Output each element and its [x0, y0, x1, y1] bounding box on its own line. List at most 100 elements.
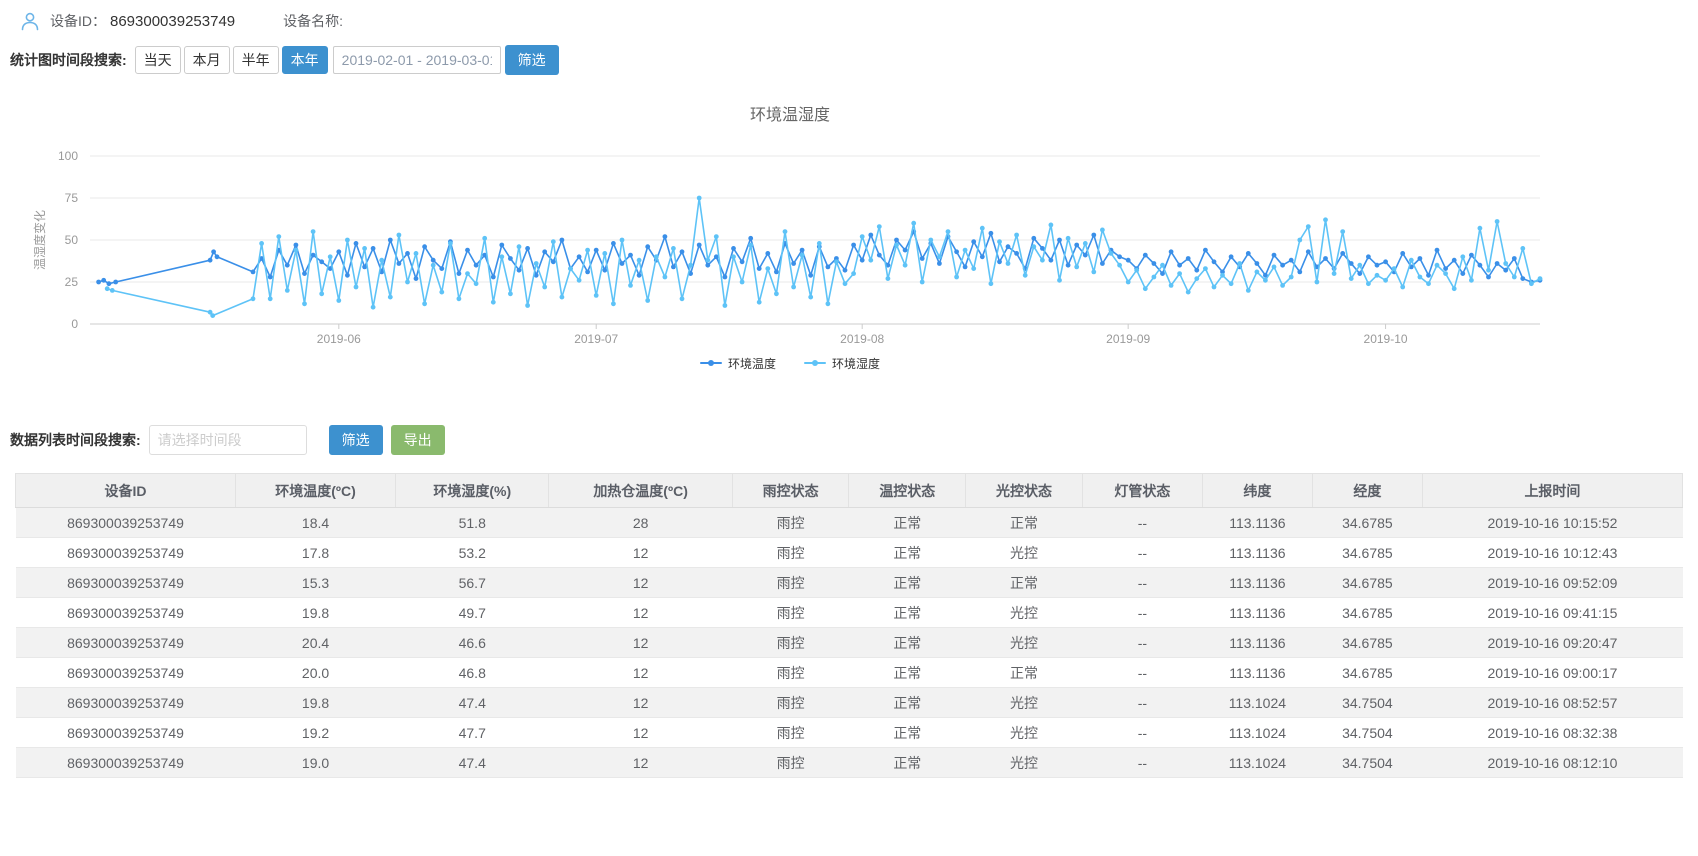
data-point	[783, 229, 788, 234]
data-point	[714, 234, 719, 239]
list-date-range-input[interactable]	[149, 425, 307, 455]
data-point	[1126, 280, 1131, 285]
data-point	[508, 291, 513, 296]
data-point	[1246, 251, 1251, 256]
data-point	[1074, 243, 1079, 248]
data-point	[1297, 238, 1302, 243]
data-point	[971, 239, 976, 244]
table-cell: 雨控	[732, 688, 849, 718]
user-icon	[20, 11, 40, 31]
data-point	[800, 248, 805, 253]
legend-item-1[interactable]: 环境湿度	[804, 355, 880, 372]
table-cell: 12	[549, 658, 732, 688]
data-point	[989, 231, 994, 236]
data-point	[1315, 280, 1320, 285]
quick-range-button-2[interactable]: 半年	[233, 46, 279, 74]
table-cell: 光控	[966, 688, 1083, 718]
data-point	[1229, 281, 1234, 286]
data-point	[1486, 275, 1491, 280]
data-point	[336, 298, 341, 303]
table-cell: 34.6785	[1312, 628, 1422, 658]
quick-range-button-1[interactable]: 本月	[184, 46, 230, 74]
data-point	[1074, 265, 1079, 270]
table-cell: 雨控	[732, 718, 849, 748]
data-point	[1117, 254, 1122, 259]
export-button[interactable]: 导出	[391, 425, 445, 455]
data-point	[1083, 253, 1088, 258]
chart-filter-button[interactable]: 筛选	[505, 45, 559, 75]
data-point	[937, 261, 942, 266]
chart-container: 环境温湿度 0255075100温湿度变化2019-062019-072019-…	[10, 101, 1570, 373]
data-point	[594, 248, 599, 253]
data-point	[1495, 219, 1500, 224]
data-point	[757, 300, 762, 305]
data-point	[491, 275, 496, 280]
data-point	[1332, 271, 1337, 276]
data-point	[371, 305, 376, 310]
table-cell: 正常	[849, 568, 966, 598]
data-point	[1006, 261, 1011, 266]
data-point	[525, 303, 530, 308]
data-point	[740, 280, 745, 285]
x-tick-label: 2019-10	[1364, 332, 1408, 343]
data-point	[903, 248, 908, 253]
data-point	[585, 248, 590, 253]
data-point	[1460, 254, 1465, 259]
chart-date-range-input[interactable]	[333, 46, 501, 74]
data-point	[414, 276, 419, 281]
data-point	[1495, 261, 1500, 266]
data-point	[1383, 278, 1388, 283]
table-cell: 光控	[966, 538, 1083, 568]
data-point	[1443, 266, 1448, 271]
quick-range-button-0[interactable]: 当天	[135, 46, 181, 74]
table-cell: 20.4	[236, 628, 396, 658]
data-point	[397, 261, 402, 266]
data-point	[525, 246, 530, 251]
table-cell: 869300039253749	[16, 718, 236, 748]
column-header-1: 环境温度(ºC)	[236, 474, 396, 508]
data-point	[800, 253, 805, 258]
list-search-bar: 数据列表时间段搜索: 筛选 导出	[10, 425, 1698, 455]
table-row: 86930003925374919.847.412雨控正常光控--113.102…	[16, 688, 1683, 718]
data-point	[1452, 258, 1457, 263]
data-point	[1160, 263, 1165, 268]
data-point	[1237, 261, 1242, 266]
data-point	[414, 251, 419, 256]
data-point	[1255, 270, 1260, 275]
table-cell: --	[1082, 568, 1202, 598]
data-point	[1194, 276, 1199, 281]
data-point	[517, 244, 522, 249]
table-cell: --	[1082, 748, 1202, 778]
data-point	[1529, 281, 1534, 286]
data-point	[439, 266, 444, 271]
data-point	[920, 256, 925, 261]
data-point	[1306, 224, 1311, 229]
y-axis-label: 温湿度变化	[32, 210, 47, 270]
table-cell: 113.1136	[1202, 628, 1312, 658]
data-point	[1057, 278, 1062, 283]
data-point	[276, 234, 281, 239]
y-tick-label: 75	[65, 191, 79, 205]
quick-range-button-3[interactable]: 本年	[282, 46, 328, 74]
data-point	[560, 238, 565, 243]
data-point	[894, 238, 899, 243]
x-tick-label: 2019-06	[317, 332, 361, 343]
data-point	[1357, 271, 1362, 276]
table-cell: 34.6785	[1312, 538, 1422, 568]
data-point	[215, 254, 220, 259]
data-point	[1049, 258, 1054, 263]
column-header-7: 灯管状态	[1082, 474, 1202, 508]
table-cell: 雨控	[732, 598, 849, 628]
data-point	[1486, 268, 1491, 273]
data-point	[834, 259, 839, 264]
table-row: 86930003925374920.446.612雨控正常光控--113.113…	[16, 628, 1683, 658]
legend-item-0[interactable]: 环境温度	[700, 355, 776, 372]
quick-range-buttons: 当天本月半年本年	[135, 46, 331, 74]
data-point	[1392, 266, 1397, 271]
data-point	[251, 296, 256, 301]
table-row: 86930003925374919.047.412雨控正常光控--113.102…	[16, 748, 1683, 778]
list-filter-button[interactable]: 筛选	[329, 425, 383, 455]
legend-label: 环境湿度	[832, 355, 880, 372]
legend-label: 环境温度	[728, 355, 776, 372]
data-point	[1418, 256, 1423, 261]
